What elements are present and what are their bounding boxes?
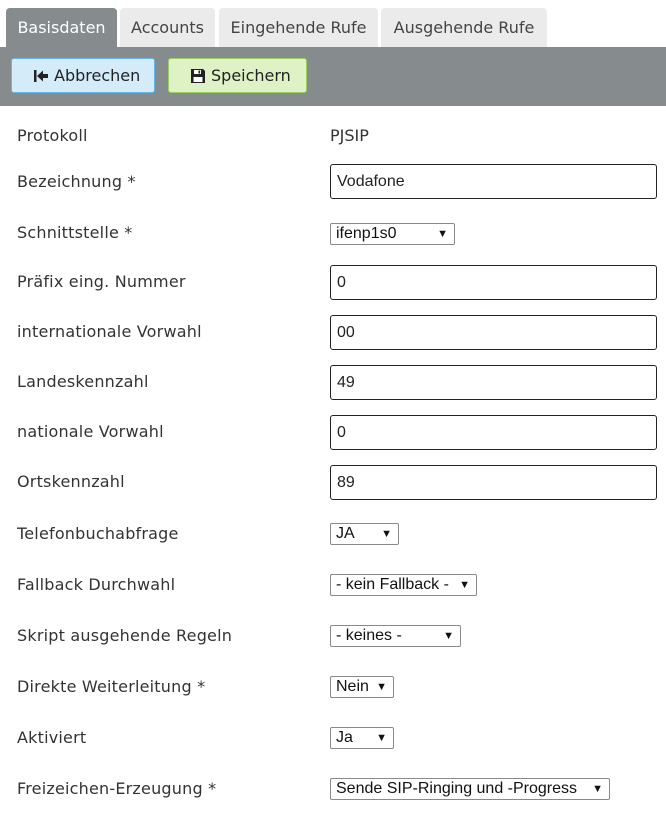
skript-select[interactable]: - keines - ▼: [330, 625, 461, 647]
tab-label: Ausgehende Rufe: [393, 18, 535, 37]
dropdown-arrow-icon: ▼: [437, 228, 448, 240]
schnittstelle-label: Schnittstelle *: [17, 223, 133, 242]
fallback-select[interactable]: - kein Fallback - ▼: [330, 574, 477, 596]
dropdown-arrow-icon: ▼: [376, 681, 387, 693]
skript-label: Skript ausgehende Regeln: [17, 626, 233, 645]
freizeichen-label: Freizeichen-Erzeugung *: [17, 779, 217, 798]
fallback-label: Fallback Durchwahl: [17, 575, 176, 594]
weiterleitung-select[interactable]: Nein ▼: [330, 676, 394, 698]
intl-vorwahl-input[interactable]: [330, 315, 657, 350]
praefix-input[interactable]: [330, 265, 657, 300]
nat-vorwahl-input[interactable]: [330, 415, 657, 450]
fallback-selected-value: - kein Fallback -: [336, 576, 449, 593]
ortskennzahl-label: Ortskennzahl: [17, 472, 125, 491]
tab-label: Eingehende Rufe: [230, 18, 367, 37]
dropdown-arrow-icon: ▼: [592, 783, 603, 795]
freizeichen-select[interactable]: Sende SIP-Ringing und -Progress ▼: [330, 778, 610, 800]
tab-accounts[interactable]: Accounts: [120, 8, 215, 47]
tab-bar: Basisdaten Accounts Eingehende Rufe Ausg…: [0, 0, 666, 47]
intl-vorwahl-label: internationale Vorwahl: [17, 322, 202, 341]
aktiviert-label: Aktiviert: [17, 728, 87, 747]
bezeichnung-label: Bezeichnung *: [17, 172, 136, 191]
telefonbuch-label: Telefonbuchabfrage: [17, 524, 179, 543]
tab-ausgehende-rufe[interactable]: Ausgehende Rufe: [381, 8, 547, 47]
telefonbuch-select[interactable]: JA ▼: [330, 523, 399, 545]
protokoll-label: Protokoll: [17, 126, 88, 145]
tab-label: Accounts: [131, 18, 204, 37]
floppy-disk-icon: [190, 68, 206, 84]
aktiviert-select[interactable]: Ja ▼: [330, 727, 394, 749]
landeskennzahl-input[interactable]: [330, 365, 657, 400]
telefonbuch-selected-value: JA: [336, 525, 355, 542]
cancel-button-label: Abbrechen: [54, 66, 141, 85]
tab-label: Basisdaten: [17, 18, 106, 37]
save-button[interactable]: Speichern: [168, 58, 307, 93]
bezeichnung-input[interactable]: [330, 164, 657, 199]
save-button-label: Speichern: [211, 66, 291, 85]
freizeichen-selected-value: Sende SIP-Ringing und -Progress: [336, 780, 578, 797]
ortskennzahl-input[interactable]: [330, 465, 657, 500]
landeskennzahl-label: Landeskennzahl: [17, 372, 149, 391]
weiterleitung-selected-value: Nein: [336, 678, 369, 695]
praefix-label: Präfix eing. Nummer: [17, 272, 186, 291]
schnittstelle-selected-value: ifenp1s0: [336, 225, 397, 242]
schnittstelle-select[interactable]: ifenp1s0 ▼: [330, 223, 455, 245]
cancel-button[interactable]: Abbrechen: [11, 58, 155, 93]
dropdown-arrow-icon: ▼: [443, 630, 454, 642]
protokoll-value: PJSIP: [330, 126, 369, 145]
dropdown-arrow-icon: ▼: [381, 528, 392, 540]
tab-eingehende-rufe[interactable]: Eingehende Rufe: [219, 8, 378, 47]
dropdown-arrow-icon: ▼: [376, 732, 387, 744]
skript-selected-value: - keines -: [336, 627, 402, 644]
tab-basisdaten[interactable]: Basisdaten: [6, 8, 117, 47]
nat-vorwahl-label: nationale Vorwahl: [17, 422, 164, 441]
weiterleitung-label: Direkte Weiterleitung *: [17, 677, 206, 696]
toolbar: Abbrechen Speichern: [0, 47, 666, 106]
dropdown-arrow-icon: ▼: [459, 579, 470, 591]
exit-arrow-icon: [33, 68, 49, 84]
aktiviert-selected-value: Ja: [336, 729, 353, 746]
